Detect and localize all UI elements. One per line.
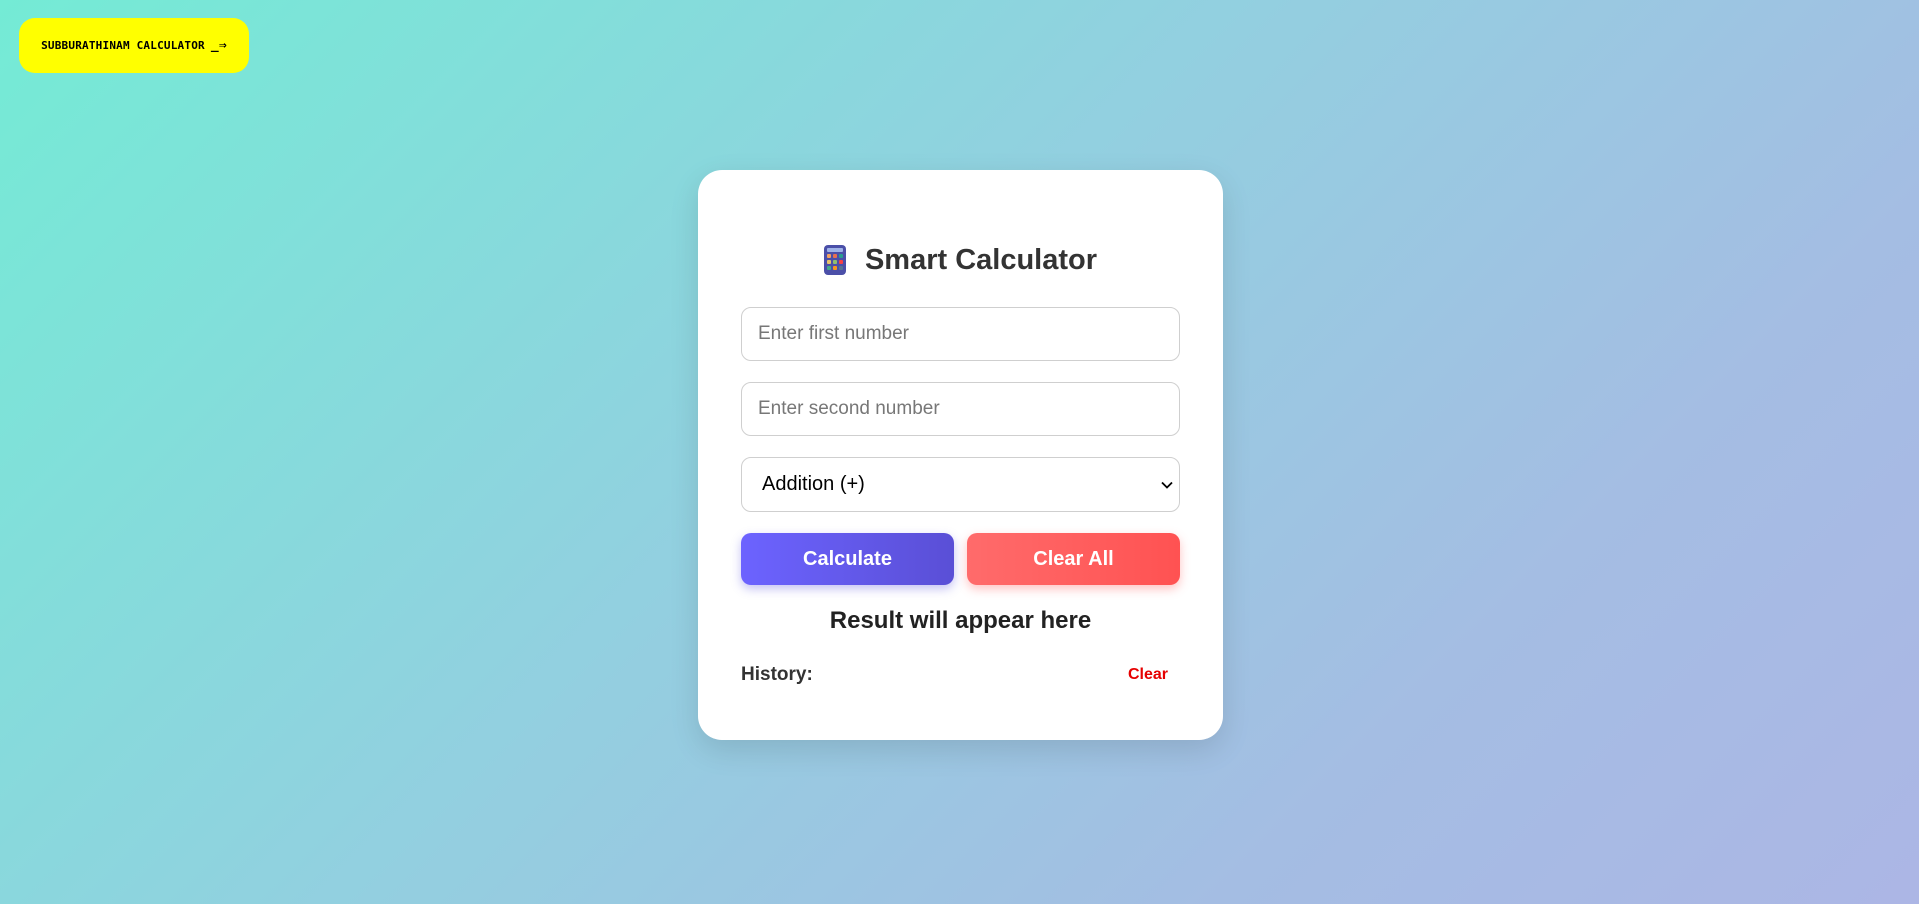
history-label: History: — [741, 664, 813, 685]
calculate-button[interactable]: Calculate — [741, 533, 954, 585]
calculator-card: Smart Calculator Addition (+) Calculate … — [698, 170, 1223, 740]
calculator-icon — [823, 245, 846, 275]
action-buttons: Calculate Clear All — [741, 533, 1180, 585]
first-number-input[interactable] — [741, 307, 1180, 361]
operation-selected-value: Addition (+) — [762, 473, 865, 495]
operation-select[interactable]: Addition (+) — [741, 457, 1180, 512]
title-row: Smart Calculator — [741, 242, 1180, 278]
chevron-down-icon — [1159, 477, 1175, 493]
page-title: Smart Calculator — [864, 243, 1098, 276]
clear-history-button[interactable]: Clear — [1128, 666, 1168, 684]
second-number-input[interactable] — [741, 382, 1180, 436]
brand-link-button[interactable]: SUBBURATHINAM CALCULATOR _⇒ — [19, 18, 249, 73]
clear-all-button[interactable]: Clear All — [967, 533, 1180, 585]
history-header: History: Clear — [741, 664, 1180, 686]
brand-label: SUBBURATHINAM CALCULATOR — [41, 39, 205, 52]
result-display: Result will appear here — [829, 607, 1092, 634]
arrow-right-icon: _⇒ — [210, 38, 227, 53]
